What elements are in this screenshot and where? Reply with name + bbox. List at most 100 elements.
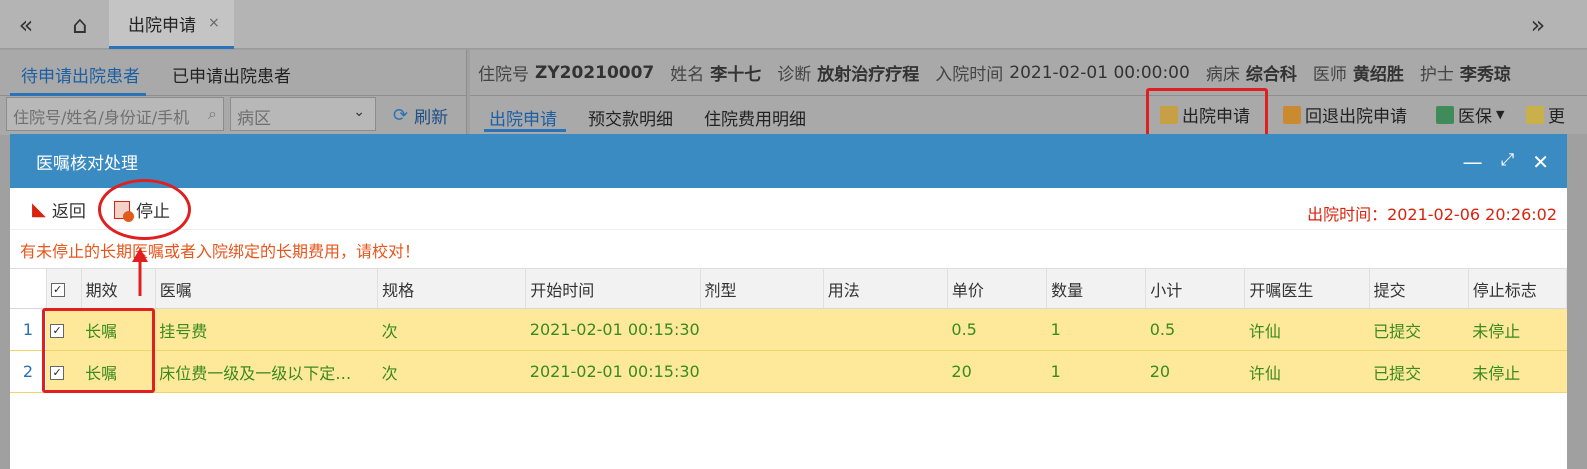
minimize-icon[interactable]: — bbox=[1463, 150, 1483, 174]
caret-down-icon: ▼ bbox=[1496, 108, 1505, 121]
detail-tabs-bar: 出院申请 预交款明细 住院费用明细 出院申请 回退出院申请 医保 ▼ 更 bbox=[470, 96, 1587, 134]
discharge-time-text: 出院时间：2021-02-06 20:26:02 bbox=[1307, 205, 1557, 224]
back-button[interactable]: ◣ 返回 bbox=[32, 197, 86, 222]
col-header[interactable]: 用法 bbox=[823, 268, 948, 309]
tab-applied-discharge[interactable]: 已申请出院患者 bbox=[172, 62, 291, 87]
col-header[interactable]: 规格 bbox=[377, 268, 527, 309]
col-header[interactable]: 数量 bbox=[1046, 268, 1147, 309]
tab-discharge-application[interactable]: 出院申请 bbox=[489, 105, 557, 130]
chevron-down-icon: ⌄ bbox=[353, 104, 365, 120]
info-label-diagnosis: 诊断 bbox=[777, 65, 812, 85]
cell-start-time: 2021-02-01 00:15:30 bbox=[525, 308, 701, 351]
col-header[interactable]: 剂型 bbox=[700, 268, 824, 309]
select-all-header: ✓ bbox=[46, 268, 82, 309]
row-number: 2 bbox=[10, 350, 47, 393]
insurance-icon bbox=[1436, 105, 1454, 124]
active-tab-indicator bbox=[10, 93, 146, 96]
cell-subtotal: 0.5 bbox=[1145, 308, 1245, 351]
col-header[interactable]: 小计 bbox=[1145, 268, 1246, 309]
refresh-icon: ⟳ bbox=[393, 105, 409, 126]
info-label-admission-no: 住院号 bbox=[478, 65, 529, 85]
insurance-menu-button[interactable]: 医保 ▼ bbox=[1436, 102, 1504, 127]
info-label-admit-time: 入院时间 bbox=[935, 65, 1004, 85]
col-header[interactable]: 单价 bbox=[947, 268, 1048, 309]
cell-stop-flag: 未停止 bbox=[1468, 308, 1567, 351]
order-check-dialog: 医嘱核对处理 — ⤢ ✕ ◣ 返回 停止 出院时间：2021-02-06 20:… bbox=[10, 134, 1568, 469]
cell-spec: 次 bbox=[377, 308, 526, 351]
cell-quantity: 1 bbox=[1046, 350, 1146, 393]
cell-unit-price: 0.5 bbox=[947, 308, 1047, 351]
more-label: 更 bbox=[1548, 107, 1565, 127]
annotation-circle bbox=[98, 179, 191, 240]
search-icon[interactable]: ⌕ bbox=[208, 104, 217, 124]
maximize-icon[interactable]: ⤢ bbox=[1501, 150, 1515, 174]
cell-doctor: 许仙 bbox=[1244, 350, 1370, 393]
dialog-title: 医嘱核对处理 bbox=[36, 153, 138, 174]
patient-info-bar: 住院号 ZY20210007 姓名 李十七 诊断 放射治疗疗程 入院时间 202… bbox=[470, 50, 1587, 96]
expand-right-icon[interactable]: » bbox=[1512, 0, 1564, 49]
cell-usage bbox=[823, 308, 948, 351]
col-header[interactable]: 开嘱医生 bbox=[1244, 268, 1370, 309]
home-icon[interactable]: ⌂ bbox=[54, 0, 106, 49]
ward-placeholder: 病区 bbox=[237, 109, 271, 129]
select-all-checkbox[interactable]: ✓ bbox=[50, 282, 65, 297]
cell-usage bbox=[823, 350, 948, 393]
cell-order: 床位费一级及一级以下定… bbox=[155, 350, 378, 393]
col-header[interactable]: 停止标志 bbox=[1468, 268, 1568, 309]
cell-spec: 次 bbox=[377, 350, 526, 393]
cell-stop-flag: 未停止 bbox=[1468, 350, 1567, 393]
info-value-name: 李十七 bbox=[710, 65, 762, 85]
info-label-nurse: 护士 bbox=[1419, 65, 1454, 85]
annotation-highlight-box bbox=[42, 308, 155, 393]
medical-order-table: ✓ 期效 医嘱 规格 开始时间 剂型 用法 单价 数量 小计 开嘱医生 提交 停… bbox=[10, 268, 1568, 393]
clipboard-return-icon bbox=[1283, 105, 1301, 124]
cell-order: 挂号费 bbox=[155, 308, 378, 351]
info-label-doctor: 医师 bbox=[1312, 65, 1347, 85]
col-header[interactable]: 医嘱 bbox=[155, 268, 379, 309]
tab-discharge-apply[interactable]: 出院申请 × bbox=[109, 0, 234, 49]
cell-unit-price: 20 bbox=[947, 350, 1047, 393]
edit-icon bbox=[1526, 105, 1544, 124]
col-header[interactable]: 开始时间 bbox=[525, 268, 701, 309]
refresh-label: 刷新 bbox=[414, 108, 449, 128]
cell-quantity: 1 bbox=[1046, 308, 1146, 351]
info-value-nurse: 李秀琼 bbox=[1459, 65, 1511, 85]
cell-submitted: 已提交 bbox=[1369, 308, 1469, 351]
col-header[interactable]: 提交 bbox=[1369, 268, 1469, 309]
back-label: 返回 bbox=[51, 202, 86, 222]
table-row[interactable]: 1 ✓ 长嘱 挂号费 次 2021-02-01 00:15:30 0.5 1 0… bbox=[10, 308, 1567, 351]
cell-dosage-form bbox=[700, 350, 824, 393]
revoke-apply-button[interactable]: 回退出院申请 bbox=[1283, 102, 1407, 127]
info-value-diagnosis: 放射治疗疗程 bbox=[817, 65, 920, 85]
insurance-label: 医保 bbox=[1458, 107, 1492, 127]
cell-submitted: 已提交 bbox=[1369, 350, 1469, 393]
collapse-left-icon[interactable]: « bbox=[0, 0, 52, 49]
close-icon[interactable]: × bbox=[208, 15, 220, 31]
back-arrow-icon: ◣ bbox=[32, 199, 46, 220]
table-header-row: ✓ 期效 医嘱 规格 开始时间 剂型 用法 单价 数量 小计 开嘱医生 提交 停… bbox=[10, 268, 1568, 309]
cell-dosage-form bbox=[700, 308, 824, 351]
more-button[interactable]: 更 bbox=[1526, 102, 1565, 127]
refresh-button[interactable]: ⟳ 刷新 bbox=[393, 103, 448, 128]
info-label-name: 姓名 bbox=[670, 65, 705, 85]
row-number: 1 bbox=[10, 308, 47, 351]
info-value-admission-no: ZY20210007 bbox=[535, 62, 655, 83]
ward-select[interactable]: 病区 ⌄ bbox=[230, 97, 376, 131]
warning-message: 有未停止的长期医嘱或者入院绑定的长期费用，请校对！ bbox=[20, 242, 421, 261]
table-row[interactable]: 2 ✓ 长嘱 床位费一级及一级以下定… 次 2021-02-01 00:15:3… bbox=[10, 350, 1567, 393]
patient-list-tabs: 待申请出院患者 已申请出院患者 bbox=[0, 50, 466, 96]
info-value-bed: 综合科 bbox=[1245, 65, 1297, 85]
rownum-header bbox=[10, 268, 47, 309]
search-input[interactable]: 住院号/姓名/身份证/手机 ⌕ bbox=[6, 97, 224, 131]
dialog-header: 医嘱核对处理 — ⤢ ✕ bbox=[10, 134, 1567, 188]
info-label-bed: 病床 bbox=[1205, 65, 1240, 85]
cell-start-time: 2021-02-01 00:15:30 bbox=[525, 350, 701, 393]
search-placeholder: 住院号/姓名/身份证/手机 bbox=[13, 108, 190, 127]
tab-prepayment-detail[interactable]: 预交款明细 bbox=[588, 105, 673, 130]
annotation-arrow-icon bbox=[132, 248, 148, 296]
active-subtab-indicator bbox=[484, 129, 566, 132]
tab-hospital-fee-detail[interactable]: 住院费用明细 bbox=[704, 105, 806, 130]
tab-pending-discharge[interactable]: 待申请出院患者 bbox=[21, 62, 140, 87]
dialog-controls: — ⤢ ✕ bbox=[1463, 150, 1549, 174]
close-icon[interactable]: ✕ bbox=[1532, 150, 1549, 174]
